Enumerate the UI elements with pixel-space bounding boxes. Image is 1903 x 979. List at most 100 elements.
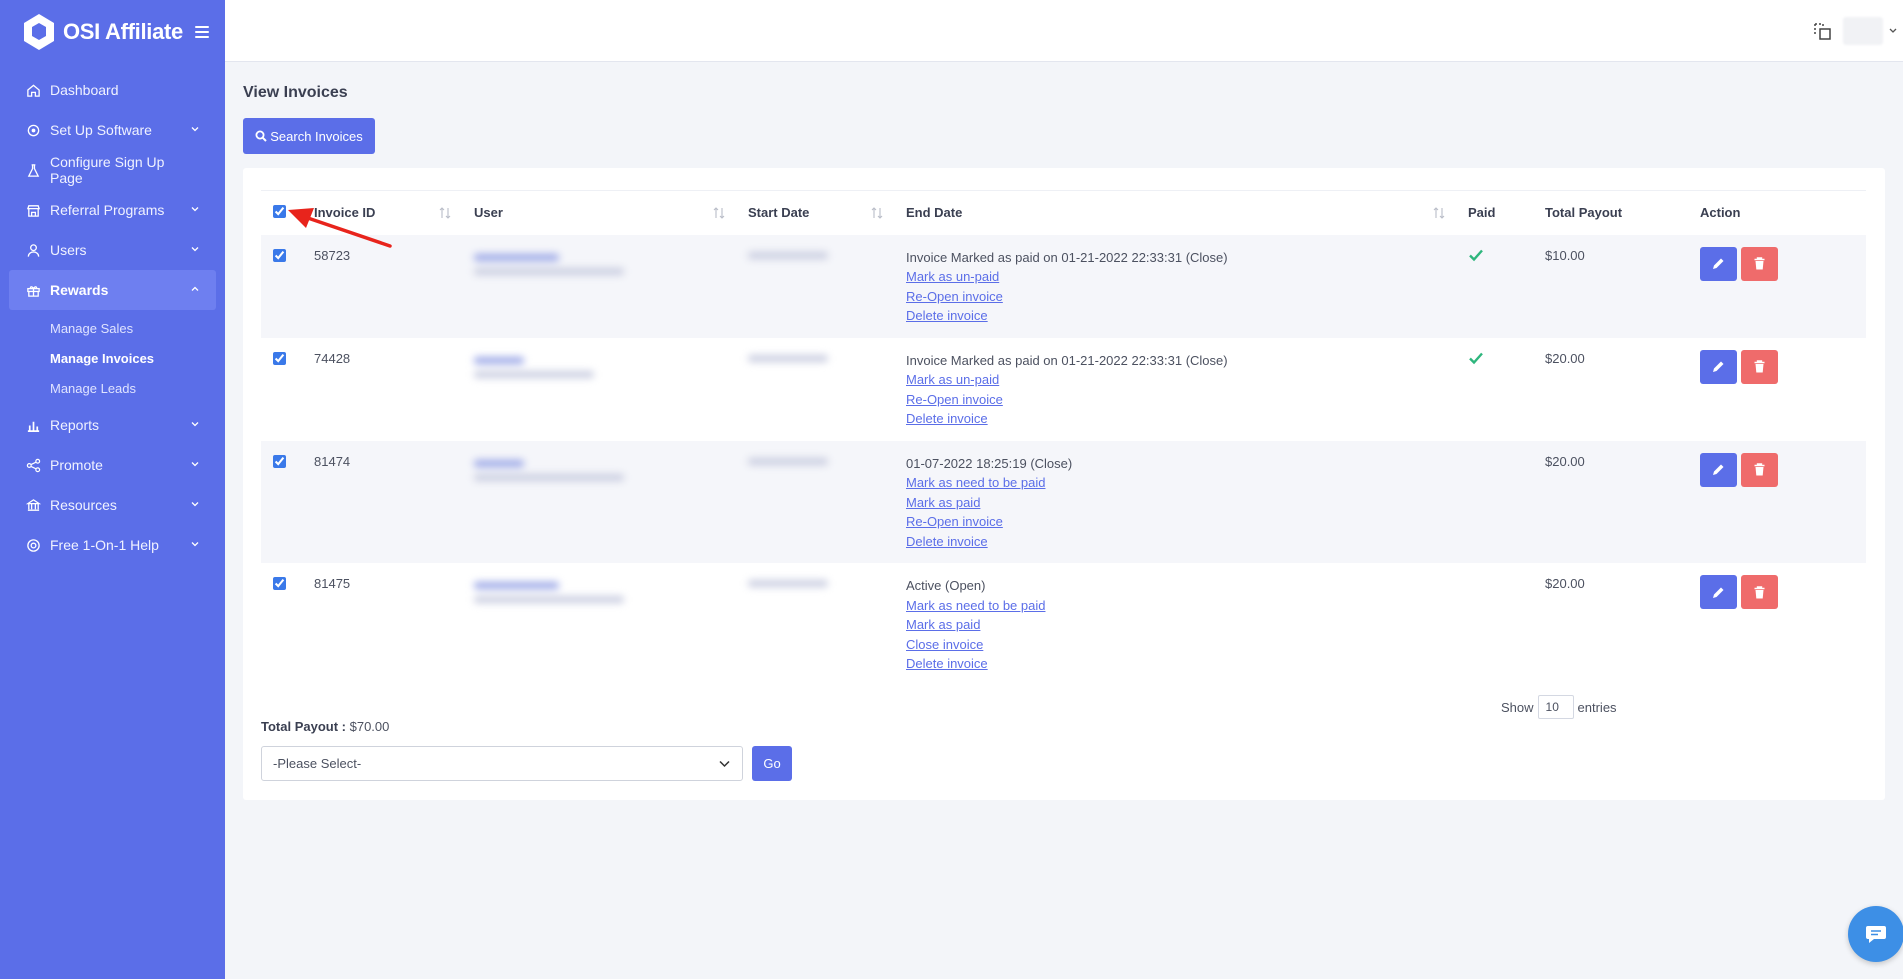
brand[interactable]: OSI Affiliate <box>0 0 225 64</box>
sort-icon[interactable] <box>1432 206 1446 220</box>
sidebar-item-rewards[interactable]: Rewards <box>9 270 216 310</box>
sidebar-item-promote[interactable]: Promote <box>9 445 216 485</box>
share-icon <box>26 458 41 472</box>
trash-icon <box>1754 463 1765 476</box>
chat-widget-button[interactable] <box>1848 906 1903 962</box>
user-cell <box>462 440 736 563</box>
sidebar-item-configure-sign-up-page[interactable]: Configure Sign Up Page <box>9 150 216 190</box>
sidebar-item-label: Referral Programs <box>50 202 165 218</box>
row-checkbox[interactable] <box>273 577 286 590</box>
reopen-invoice-link[interactable]: Re-Open invoice <box>906 390 1456 410</box>
user-cell <box>462 338 736 441</box>
payout-cell: $20.00 <box>1545 576 1585 591</box>
bulk-action-select[interactable]: -Please Select- <box>261 746 743 781</box>
delete-invoice-link[interactable]: Delete invoice <box>906 306 1456 326</box>
chevron-down-icon[interactable] <box>1889 28 1897 34</box>
edit-button[interactable] <box>1700 452 1737 487</box>
chevron-down-icon <box>191 127 199 132</box>
sidebar-item-label: Dashboard <box>50 82 119 98</box>
col-label: Invoice ID <box>314 205 376 221</box>
delete-button[interactable] <box>1741 246 1778 281</box>
reopen-invoice-link[interactable]: Re-Open invoice <box>906 287 1456 307</box>
action-cell <box>1688 338 1866 441</box>
sort-icon[interactable] <box>712 206 726 220</box>
sidebar-item-resources[interactable]: Resources <box>9 485 216 525</box>
edit-button[interactable] <box>1700 575 1737 609</box>
col-invoice-id[interactable]: Invoice ID <box>302 190 462 235</box>
col-label: User <box>474 205 503 221</box>
delete-invoice-link[interactable]: Delete invoice <box>906 532 1456 552</box>
row-checkbox[interactable] <box>273 454 286 468</box>
mark-paid-link[interactable]: Mark as paid <box>906 615 1456 635</box>
chevron-down-icon <box>191 207 199 212</box>
action-cell <box>1688 563 1866 686</box>
delete-button[interactable] <box>1741 452 1778 487</box>
close-invoice-link[interactable]: Close invoice <box>906 635 1456 655</box>
delete-invoice-link[interactable]: Delete invoice <box>906 654 1456 674</box>
chevron-up-icon <box>191 286 199 291</box>
search-invoices-button[interactable]: Search Invoices <box>243 118 375 154</box>
hamburger-menu-icon[interactable] <box>194 26 209 38</box>
col-user[interactable]: User <box>462 190 736 235</box>
redacted-user <box>474 582 736 603</box>
lifebuoy-icon <box>27 538 40 552</box>
sidebar-item-reports[interactable]: Reports <box>9 405 216 445</box>
fullscreen-icon[interactable] <box>1813 22 1833 42</box>
select-all-checkbox[interactable] <box>273 205 286 219</box>
col-paid: Paid <box>1456 190 1533 235</box>
user-cell <box>462 563 736 686</box>
redacted-user <box>474 253 736 275</box>
col-end-date[interactable]: End Date <box>894 190 1456 235</box>
mark-need-to-be-paid-link[interactable]: Mark as need to be paid <box>906 473 1456 493</box>
mark-unpaid-link[interactable]: Mark as un-paid <box>906 267 1456 287</box>
avatar[interactable] <box>1843 17 1883 45</box>
sort-icon[interactable] <box>438 206 452 220</box>
edit-button[interactable] <box>1700 246 1737 281</box>
payout-cell: $20.00 <box>1533 440 1688 563</box>
reopen-invoice-link[interactable]: Re-Open invoice <box>906 512 1456 532</box>
sidebar: OSI Affiliate Dashboard Set Up Software … <box>0 0 225 979</box>
flask-icon <box>27 163 40 177</box>
delete-button[interactable] <box>1741 575 1778 609</box>
sidebar-item-dashboard[interactable]: Dashboard <box>9 70 216 110</box>
sidebar-item-free-help[interactable]: Free 1-On-1 Help <box>9 525 216 565</box>
bulk-action-selected: -Please Select- <box>273 756 362 771</box>
table-row: 74428 Invoice Marked as paid on 01-21-20… <box>261 338 1866 441</box>
go-button[interactable]: Go <box>752 746 792 781</box>
row-select-cell <box>261 440 302 563</box>
sidebar-item-referral-programs[interactable]: Referral Programs <box>9 190 216 230</box>
sidebar-item-users[interactable]: Users <box>9 230 216 270</box>
entries-input[interactable] <box>1537 695 1574 719</box>
mark-unpaid-link[interactable]: Mark as un-paid <box>906 370 1456 390</box>
row-select-cell <box>261 563 302 686</box>
col-start-date[interactable]: Start Date <box>736 190 894 235</box>
chevron-down-icon <box>191 542 199 547</box>
row-checkbox[interactable] <box>273 248 286 262</box>
start-date-cell <box>736 338 894 441</box>
pencil-icon <box>1713 587 1724 598</box>
paid-cell <box>1456 563 1533 686</box>
sidebar-nav: Dashboard Set Up Software Configure Sign… <box>0 70 225 310</box>
check-icon <box>1469 352 1483 364</box>
sidebar-subitem-manage-leads[interactable]: Manage Leads <box>0 373 225 403</box>
mark-need-to-be-paid-link[interactable]: Mark as need to be paid <box>906 596 1456 616</box>
sidebar-subitem-manage-invoices[interactable]: Manage Invoices <box>0 343 225 373</box>
check-icon <box>1469 249 1483 261</box>
sidebar-item-label: Configure Sign Up Page <box>50 154 165 186</box>
brand-name: OSI Affiliate <box>63 19 183 44</box>
mark-paid-link[interactable]: Mark as paid <box>906 493 1456 513</box>
sidebar-item-set-up-software[interactable]: Set Up Software <box>9 110 216 150</box>
redacted-user <box>474 356 736 378</box>
edit-button[interactable] <box>1700 349 1737 384</box>
gift-icon <box>27 285 40 297</box>
sidebar-item-label: Set Up Software <box>50 122 152 138</box>
row-checkbox[interactable] <box>273 351 286 365</box>
invoice-id-cell: 81474 <box>302 440 462 563</box>
delete-button[interactable] <box>1741 349 1778 384</box>
end-date-cell: 01-07-2022 18:25:19 (Close) Mark as need… <box>894 440 1456 563</box>
sidebar-item-label: Promote <box>50 457 103 473</box>
sidebar-item-label: Reports <box>50 417 100 433</box>
sidebar-subitem-manage-sales[interactable]: Manage Sales <box>0 313 225 343</box>
sort-icon[interactable] <box>870 206 884 220</box>
delete-invoice-link[interactable]: Delete invoice <box>906 409 1456 429</box>
